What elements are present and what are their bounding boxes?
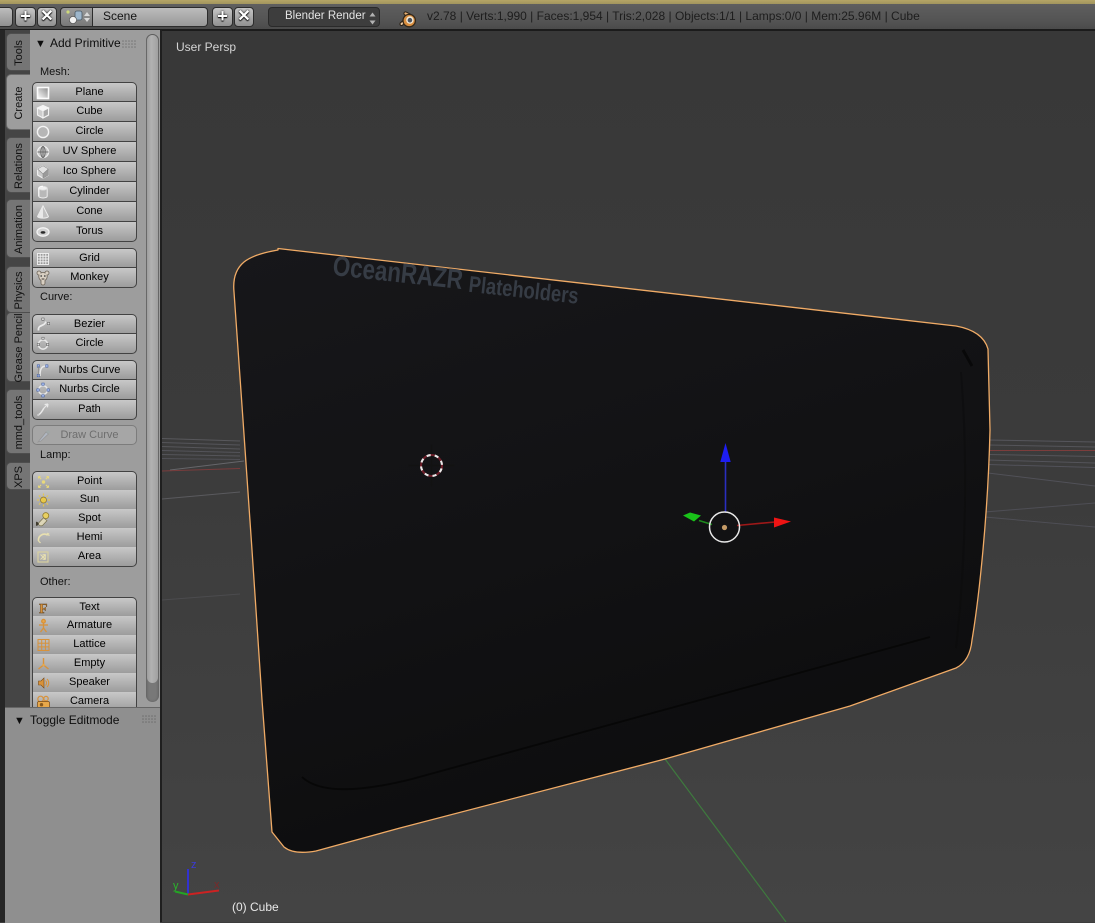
svg-text:y: y [173,880,179,892]
svg-text:x: x [214,879,220,891]
svg-text:z: z [191,859,197,871]
svg-text:F: F [39,602,48,616]
